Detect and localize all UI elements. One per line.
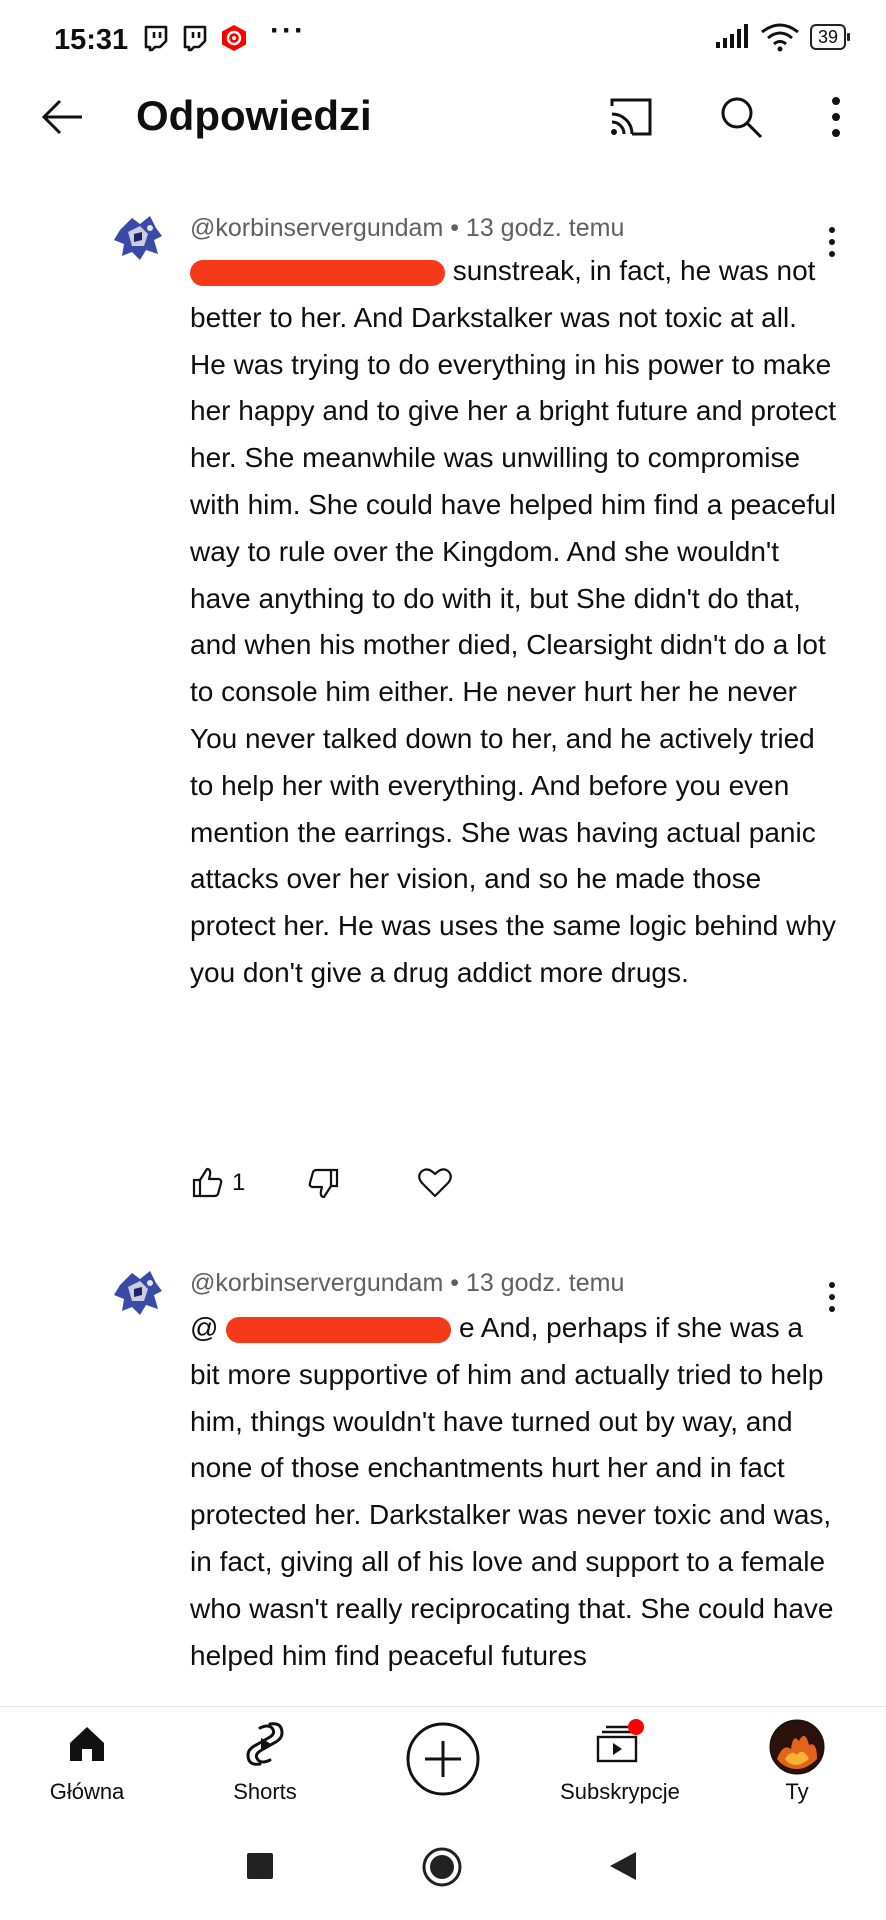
home-icon bbox=[70, 1727, 104, 1761]
shorts-icon bbox=[246, 1722, 284, 1766]
recents-square-icon[interactable] bbox=[246, 1852, 274, 1880]
youtube-icon bbox=[222, 25, 246, 51]
more-notifications-icon: ··· bbox=[270, 14, 306, 47]
page-title: Odpowiedzi bbox=[136, 92, 372, 139]
thumbs-up-icon bbox=[192, 1167, 223, 1198]
comment-actions: 1 bbox=[190, 1166, 453, 1200]
redacted-mention bbox=[190, 259, 445, 286]
back-triangle-icon[interactable] bbox=[608, 1850, 638, 1882]
like-count: 1 bbox=[232, 1169, 246, 1196]
status-time: 15:31 bbox=[54, 24, 129, 56]
twitch-icon bbox=[144, 25, 168, 52]
twitch-icon bbox=[183, 25, 207, 52]
heart-icon bbox=[418, 1168, 453, 1198]
avatar[interactable] bbox=[110, 210, 166, 266]
system-navigation bbox=[0, 1812, 886, 1920]
signal-icon bbox=[715, 24, 748, 48]
status-bar: 15:31 ··· 39 bbox=[0, 0, 886, 78]
bottom-navigation: Główna Shorts Subskrypcje Ty bbox=[0, 1706, 886, 1813]
thumbs-down-icon bbox=[309, 1168, 339, 1199]
dislike-button[interactable] bbox=[307, 1166, 341, 1200]
create-plus-icon bbox=[406, 1722, 480, 1796]
nav-shorts[interactable]: Shorts bbox=[190, 1707, 340, 1813]
cast-icon[interactable] bbox=[606, 92, 656, 142]
avatar[interactable] bbox=[110, 1265, 166, 1321]
status-right: 39 bbox=[715, 22, 851, 52]
nav-you[interactable]: Ty bbox=[722, 1707, 872, 1813]
battery-indicator: 39 bbox=[809, 24, 851, 50]
nav-create[interactable] bbox=[368, 1707, 518, 1813]
nav-label: Shorts bbox=[233, 1779, 297, 1804]
subscriptions-icon bbox=[596, 1719, 644, 1763]
comment-meta: @korbinservergundam • 13 godz. temu bbox=[190, 214, 625, 242]
nav-subscriptions[interactable]: Subskrypcje bbox=[545, 1707, 695, 1813]
wifi-icon bbox=[761, 23, 799, 52]
nav-label: Ty bbox=[785, 1779, 809, 1804]
nav-home[interactable]: Główna bbox=[12, 1707, 162, 1813]
back-arrow-icon[interactable] bbox=[40, 94, 86, 140]
like-button[interactable]: 1 bbox=[190, 1166, 245, 1200]
comment-text: sunstreak, in fact, he was not better to… bbox=[190, 255, 836, 988]
app-header: Odpowiedzi bbox=[0, 78, 886, 198]
heart-button[interactable] bbox=[417, 1166, 453, 1200]
profile-avatar bbox=[769, 1719, 825, 1775]
comment-meta: @korbinservergundam • 13 godz. temu bbox=[190, 1269, 625, 1297]
redacted-mention bbox=[226, 1316, 452, 1343]
nav-label: Subskrypcje bbox=[560, 1779, 680, 1804]
comment-text: @ e And, perhaps if she was a bit more s… bbox=[190, 1312, 834, 1671]
search-icon[interactable] bbox=[716, 92, 766, 142]
nav-label: Główna bbox=[49, 1779, 125, 1804]
home-circle-icon[interactable] bbox=[421, 1846, 463, 1888]
more-vertical-icon[interactable] bbox=[816, 92, 856, 142]
